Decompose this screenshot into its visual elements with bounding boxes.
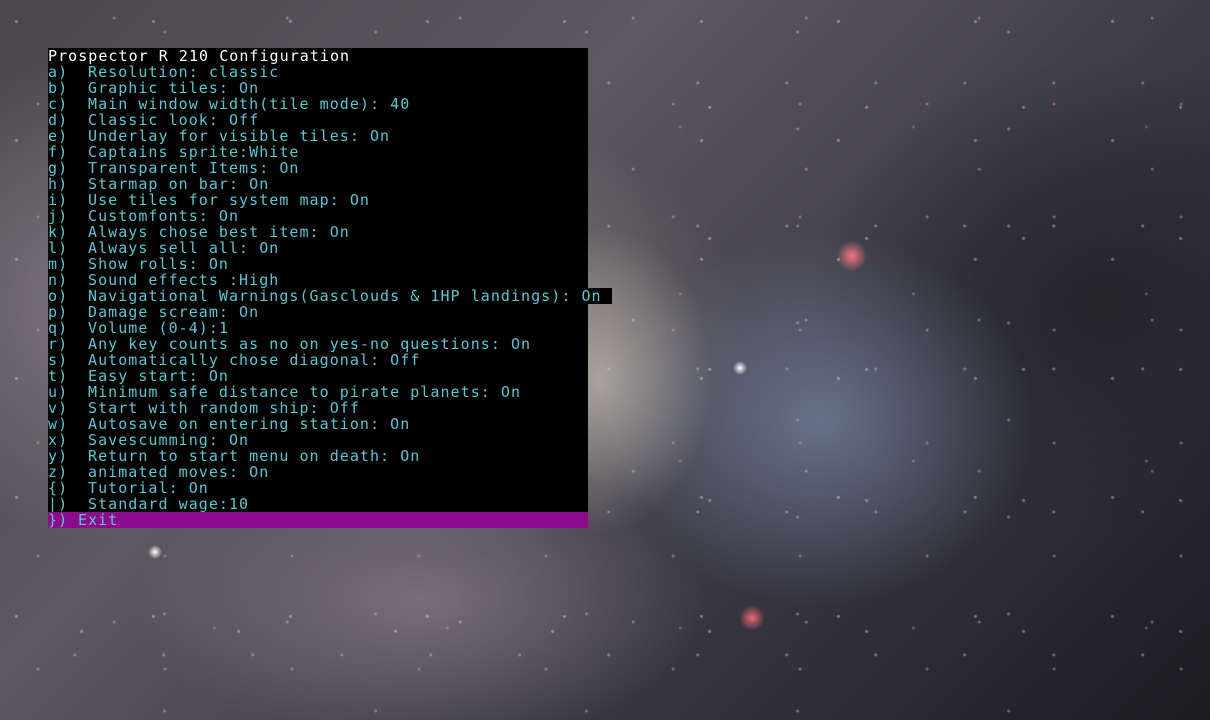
menu-option[interactable]: z) animated moves: On xyxy=(48,464,269,480)
option-key: h) xyxy=(48,175,69,193)
menu-option[interactable]: m) Show rolls: On xyxy=(48,256,229,272)
exit-option[interactable]: }) Exit xyxy=(48,512,588,528)
option-key: i) xyxy=(48,191,69,209)
menu-option[interactable]: |) Standard wage:10 xyxy=(48,496,249,512)
option-key: m) xyxy=(48,255,69,273)
option-key: p) xyxy=(48,303,69,321)
menu-option[interactable]: u) Minimum safe distance to pirate planet… xyxy=(48,384,521,400)
option-key: |) xyxy=(48,495,69,513)
option-key: s) xyxy=(48,351,69,369)
menu-option[interactable]: x) Savescumming: On xyxy=(48,432,249,448)
menu-option[interactable]: h) Starmap on bar: On xyxy=(48,176,269,192)
configuration-menu: Prospector R 210 Configuration a) Resolut… xyxy=(48,47,612,528)
menu-option[interactable]: f) Captains sprite:White xyxy=(48,144,300,160)
menu-option[interactable]: t) Easy start: On xyxy=(48,368,229,384)
menu-option[interactable]: v) Start with random ship: Off xyxy=(48,400,360,416)
menu-option[interactable]: s) Automatically chose diagonal: Off xyxy=(48,352,420,368)
menu-option[interactable]: p) Damage scream: On xyxy=(48,304,259,320)
option-key: q) xyxy=(48,319,69,337)
option-key: d) xyxy=(48,111,69,129)
option-key: x) xyxy=(48,431,69,449)
option-key: {) xyxy=(48,479,69,497)
option-key: }) xyxy=(48,511,69,529)
menu-option[interactable]: j) Customfonts: On xyxy=(48,208,239,224)
option-key: v) xyxy=(48,399,69,417)
option-key: j) xyxy=(48,207,69,225)
option-label: Exit xyxy=(78,511,119,529)
menu-option[interactable]: a) Resolution: classic xyxy=(48,64,279,80)
menu-option[interactable]: q) Volume (0-4):1 xyxy=(48,320,229,336)
menu-option[interactable]: o) Navigational Warnings(Gasclouds & 1HP … xyxy=(48,288,612,304)
option-key: y) xyxy=(48,447,69,465)
option-key: z) xyxy=(48,463,69,481)
option-key: a) xyxy=(48,63,69,81)
option-key: c) xyxy=(48,95,69,113)
option-key: r) xyxy=(48,335,69,353)
menu-option[interactable]: l) Always sell all: On xyxy=(48,240,279,256)
option-key: l) xyxy=(48,239,69,257)
option-key: f) xyxy=(48,143,69,161)
option-key: k) xyxy=(48,223,69,241)
menu-option[interactable]: {) Tutorial: On xyxy=(48,480,209,496)
option-key: g) xyxy=(48,159,69,177)
menu-title: Prospector R 210 Configuration xyxy=(48,47,351,65)
menu-option[interactable]: i) Use tiles for system map: On xyxy=(48,192,370,208)
option-key: b) xyxy=(48,79,69,97)
menu-option[interactable]: b) Graphic tiles: On xyxy=(48,80,259,96)
menu-option[interactable]: d) Classic look: Off xyxy=(48,112,259,128)
option-key: u) xyxy=(48,383,69,401)
option-key: w) xyxy=(48,415,69,433)
menu-option[interactable]: y) Return to start menu on death: On xyxy=(48,448,420,464)
menu-option[interactable]: w) Autosave on entering station: On xyxy=(48,416,410,432)
menu-option[interactable]: k) Always chose best item: On xyxy=(48,224,350,240)
menu-option[interactable]: r) Any key counts as no on yes-no questio… xyxy=(48,336,531,352)
game-screen: Prospector R 210 Configuration a) Resolut… xyxy=(0,0,1210,720)
menu-option[interactable]: e) Underlay for visible tiles: On xyxy=(48,128,390,144)
option-key: e) xyxy=(48,127,69,145)
option-key: t) xyxy=(48,367,69,385)
option-key: o) xyxy=(48,287,69,305)
menu-option[interactable]: c) Main window width(tile mode): 40 xyxy=(48,96,410,112)
menu-option[interactable]: g) Transparent Items: On xyxy=(48,160,300,176)
menu-option[interactable]: n) Sound effects :High xyxy=(48,272,279,288)
option-key: n) xyxy=(48,271,69,289)
